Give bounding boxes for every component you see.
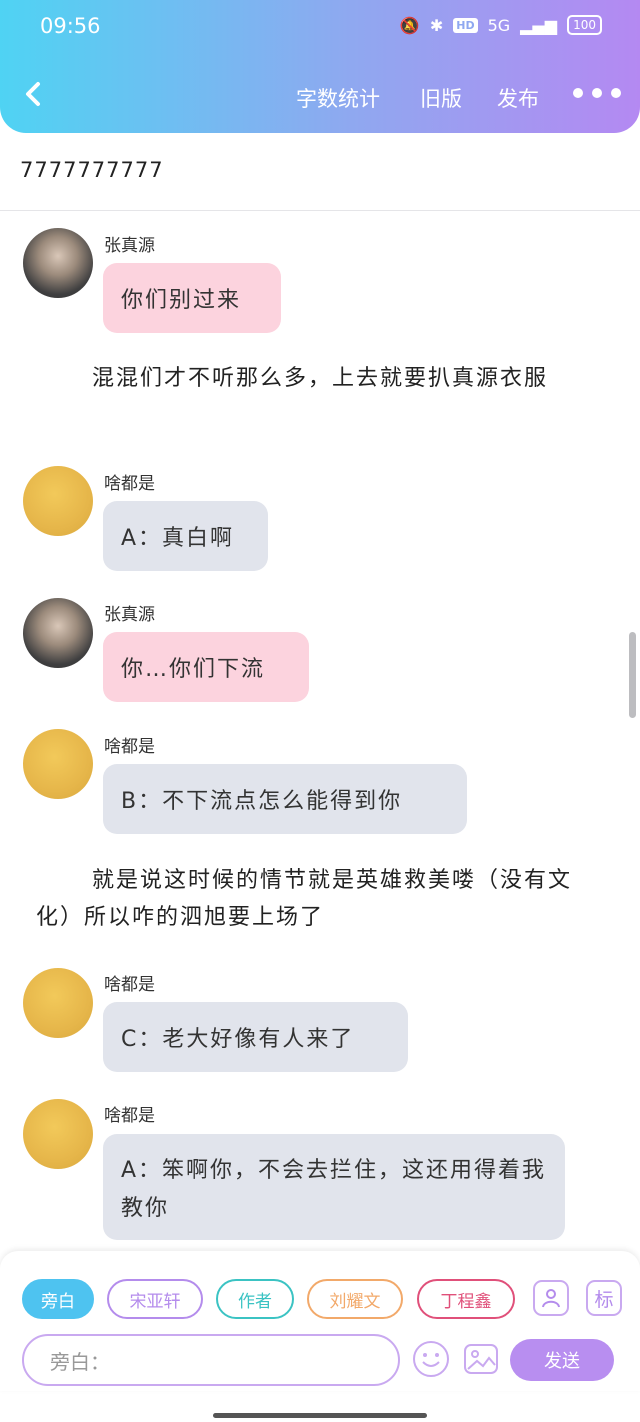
status-icons: 🔕 ✱ HD 5G ▂▄▆ 100 xyxy=(400,15,602,35)
avatar[interactable] xyxy=(23,729,93,799)
chat-bubble[interactable]: 你们别过来 xyxy=(103,263,281,333)
role-chip-song-yaxuan[interactable]: 宋亚轩 xyxy=(107,1279,203,1319)
avatar[interactable] xyxy=(23,466,93,536)
avatar[interactable] xyxy=(23,1099,93,1169)
narration-text[interactable]: 就是说这时候的情节就是英雄救美喽（没有文化）所以咋的泗旭要上场了 xyxy=(36,862,606,936)
scrollbar[interactable] xyxy=(629,632,636,718)
chat-bubble[interactable]: 你…你们下流 xyxy=(103,632,309,702)
speaker-name: 啥都是 xyxy=(104,737,155,757)
mute-bell-icon: 🔕 xyxy=(399,15,420,35)
chat-bubble[interactable]: B：不下流点怎么能得到你 xyxy=(103,764,467,834)
chat-bubble[interactable]: A：笨啊你，不会去拦住，这还用得着我教你 xyxy=(103,1134,565,1240)
publish-button[interactable]: 发布 xyxy=(497,83,539,113)
word-count-button[interactable]: 字数统计 xyxy=(296,83,380,113)
chat-bubble[interactable]: C：老大好像有人来了 xyxy=(103,1002,408,1072)
avatar[interactable] xyxy=(23,968,93,1038)
role-chip-liu-yaowen[interactable]: 刘耀文 xyxy=(307,1279,403,1319)
emoji-icon[interactable] xyxy=(412,1340,450,1378)
speaker-name: 啥都是 xyxy=(104,1106,155,1126)
speaker-name: 张真源 xyxy=(104,605,155,625)
speaker-name: 啥都是 xyxy=(104,474,155,494)
speaker-name: 啥都是 xyxy=(104,975,155,995)
speaker-name: 张真源 xyxy=(104,236,155,256)
message-input[interactable]: 旁白： xyxy=(22,1334,400,1386)
home-indicator[interactable] xyxy=(213,1413,427,1418)
top-bar: 09:56 🔕 ✱ HD 5G ▂▄▆ 100 字数统计 旧版 发布 xyxy=(0,0,640,133)
more-menu-icon[interactable] xyxy=(573,88,621,98)
tag-button[interactable]: 标 xyxy=(586,1280,622,1316)
narration-text[interactable]: 混混们才不听那么多，上去就要扒真源衣服 xyxy=(36,360,606,397)
divider xyxy=(0,210,640,211)
bluetooth-icon: ✱ xyxy=(429,15,444,35)
battery-icon: 100 xyxy=(567,15,602,35)
old-version-button[interactable]: 旧版 xyxy=(420,83,462,113)
avatar[interactable] xyxy=(23,228,93,298)
hd-icon: HD xyxy=(453,17,478,33)
role-chip-ding-chengxin[interactable]: 丁程鑫 xyxy=(417,1279,515,1319)
story-title[interactable]: 7777777777 xyxy=(20,158,164,182)
back-arrow-icon[interactable] xyxy=(22,80,46,108)
chat-bubble[interactable]: A：真白啊 xyxy=(103,501,268,571)
role-chip-author[interactable]: 作者 xyxy=(216,1279,294,1319)
image-icon[interactable] xyxy=(462,1340,500,1378)
send-button[interactable]: 发送 xyxy=(510,1339,614,1381)
status-time: 09:56 xyxy=(40,14,101,38)
avatar[interactable] xyxy=(23,598,93,668)
signal-icon: 5G xyxy=(487,15,511,35)
role-chip-narrator[interactable]: 旁白 xyxy=(22,1279,94,1319)
add-role-icon[interactable] xyxy=(533,1280,569,1316)
signal-bars-icon: ▂▄▆ xyxy=(520,15,558,35)
